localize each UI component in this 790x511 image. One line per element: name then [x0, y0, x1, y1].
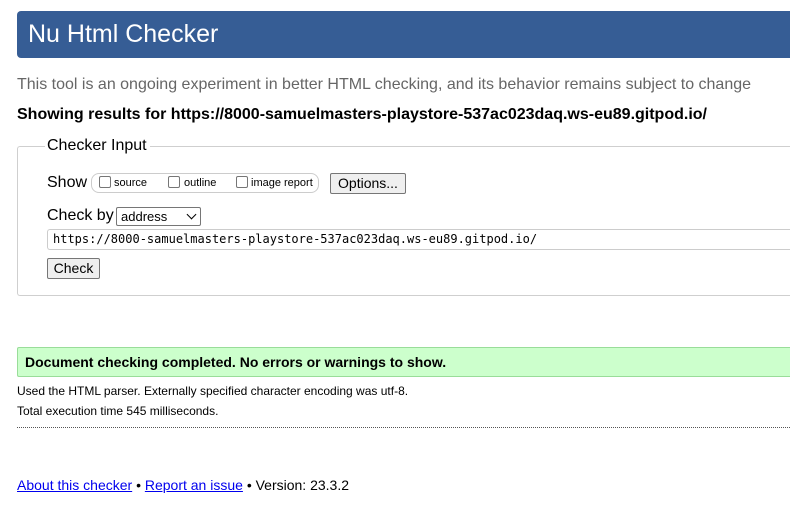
check-by-label: Check by	[47, 207, 114, 224]
outline-checkbox-label[interactable]: outline	[184, 177, 216, 190]
check-by-selected-value: address	[121, 209, 168, 224]
outline-checkbox[interactable]	[168, 176, 180, 188]
success-message-box: Document checking completed. No errors o…	[17, 347, 790, 377]
report-issue-link[interactable]: Report an issue	[145, 477, 243, 493]
about-link[interactable]: About this checker	[17, 477, 132, 493]
footer-separator: •	[246, 477, 252, 493]
show-label: Show	[47, 174, 88, 191]
footer-separator: •	[136, 477, 141, 493]
checker-input-legend: Checker Input	[45, 136, 150, 156]
footer: About this checker • Report an issue • V…	[17, 477, 349, 493]
divider	[17, 427, 790, 428]
image-report-checkbox-label[interactable]: image report	[251, 177, 313, 190]
options-button[interactable]: Options...	[330, 173, 406, 194]
intro-text: This tool is an ongoing experiment in be…	[17, 76, 752, 93]
check-by-select[interactable]: address	[116, 207, 201, 226]
check-button[interactable]: Check	[47, 258, 100, 279]
url-input[interactable]: https://8000-samuelmasters-playstore-537…	[47, 229, 790, 250]
header-banner: Nu Html Checker	[17, 11, 790, 58]
results-heading: Showing results for https://8000-samuelm…	[17, 106, 707, 123]
execution-time: Total execution time 545 milliseconds.	[17, 404, 219, 418]
chevron-down-icon	[186, 209, 197, 220]
source-checkbox-label[interactable]: source	[114, 177, 147, 190]
parser-note: Used the HTML parser. Externally specifi…	[17, 384, 409, 398]
image-report-checkbox[interactable]	[236, 176, 248, 188]
page-title: Nu Html Checker	[28, 20, 219, 48]
version-text: Version: 23.3.2	[255, 477, 350, 493]
page: Nu Html Checker This tool is an ongoing …	[0, 0, 790, 511]
show-options-group: source outline image report	[91, 173, 319, 193]
success-message: Document checking completed. No errors o…	[25, 354, 447, 370]
source-checkbox[interactable]	[99, 176, 111, 188]
